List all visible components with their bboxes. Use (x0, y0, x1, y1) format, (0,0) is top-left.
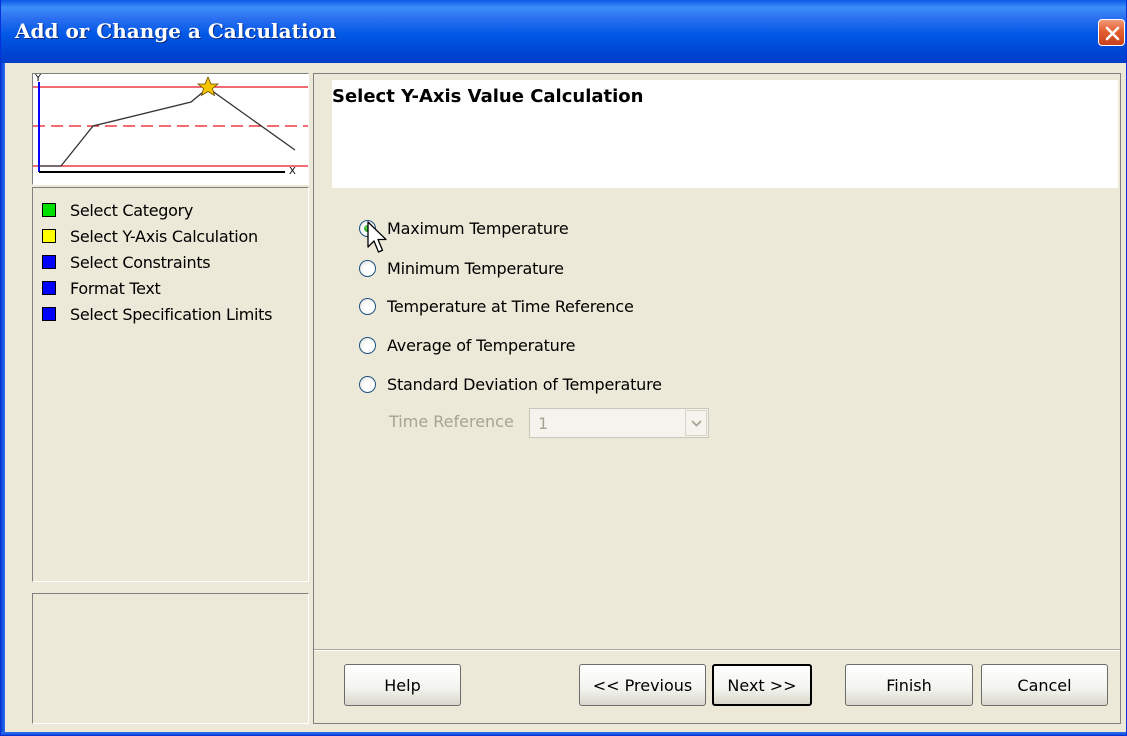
step-label: Format Text (70, 278, 161, 298)
step-status-swatch (42, 255, 56, 269)
radio-button[interactable] (359, 298, 376, 315)
option-label: Average of Temperature (387, 336, 576, 355)
preview-graphic (33, 75, 308, 173)
time-reference-value: 1 (538, 414, 549, 433)
step-status-swatch (42, 281, 56, 295)
wizard-steps-panel: Select Category Select Y-Axis Calculatio… (32, 187, 309, 582)
description-panel (32, 593, 309, 724)
step-status-swatch (42, 229, 56, 243)
next-button[interactable]: Next >> (712, 664, 812, 706)
cancel-button[interactable]: Cancel (981, 664, 1108, 706)
button-bar-divider (314, 649, 1120, 651)
window-frame-bottom (1, 732, 1126, 735)
step-item-select-category[interactable]: Select Category (42, 197, 272, 223)
previous-button[interactable]: << Previous (579, 664, 706, 706)
wizard-steps-list: Select Category Select Y-Axis Calculatio… (42, 197, 272, 327)
window-frame-left (1, 63, 5, 735)
finish-button[interactable]: Finish (845, 664, 973, 706)
option-label: Temperature at Time Reference (387, 297, 634, 316)
step-label: Select Specification Limits (70, 304, 273, 324)
preview-x-label: X (289, 166, 296, 177)
dialog-window: Add or Change a Calculation Y X Select C… (0, 0, 1127, 736)
option-temperature-at-time-reference[interactable]: Temperature at Time Reference (359, 297, 634, 316)
step-item-format-text[interactable]: Format Text (42, 275, 272, 301)
option-average-of-temperature[interactable]: Average of Temperature (359, 336, 575, 355)
step-item-select-constraints[interactable]: Select Constraints (42, 249, 272, 275)
option-label: Standard Deviation of Temperature (387, 375, 662, 394)
step-label: Select Y-Axis Calculation (70, 226, 258, 246)
time-reference-label: Time Reference (389, 412, 514, 431)
title-bar: Add or Change a Calculation (1, 0, 1126, 63)
radio-button[interactable] (359, 337, 376, 354)
option-label: Maximum Temperature (387, 219, 569, 238)
time-reference-select[interactable]: 1 (529, 408, 709, 438)
step-status-swatch (42, 307, 56, 321)
chevron-down-icon (691, 420, 702, 427)
calculation-preview: Y X (32, 73, 309, 185)
option-standard-deviation-of-temperature[interactable]: Standard Deviation of Temperature (359, 375, 662, 394)
radio-button[interactable] (359, 376, 376, 393)
header-band: Select Y-Axis Value Calculation (332, 80, 1118, 188)
option-minimum-temperature[interactable]: Minimum Temperature (359, 259, 564, 278)
step-item-select-specification-limits[interactable]: Select Specification Limits (42, 301, 272, 327)
mouse-pointer-icon (367, 221, 387, 253)
wizard-main-panel: Select Y-Axis Value Calculation Maximum … (313, 73, 1121, 724)
step-item-select-y-axis-calculation[interactable]: Select Y-Axis Calculation (42, 223, 272, 249)
close-button[interactable] (1098, 19, 1125, 46)
dropdown-button[interactable] (685, 410, 707, 436)
close-icon (1105, 26, 1120, 41)
radio-button[interactable] (359, 260, 376, 277)
window-title: Add or Change a Calculation (15, 19, 337, 43)
preview-y-label: Y (35, 73, 42, 84)
step-label: Select Category (70, 200, 194, 220)
page-title: Select Y-Axis Value Calculation (332, 86, 644, 107)
help-button[interactable]: Help (344, 664, 461, 706)
option-label: Minimum Temperature (387, 259, 564, 278)
step-status-swatch (42, 203, 56, 217)
step-label: Select Constraints (70, 252, 211, 272)
